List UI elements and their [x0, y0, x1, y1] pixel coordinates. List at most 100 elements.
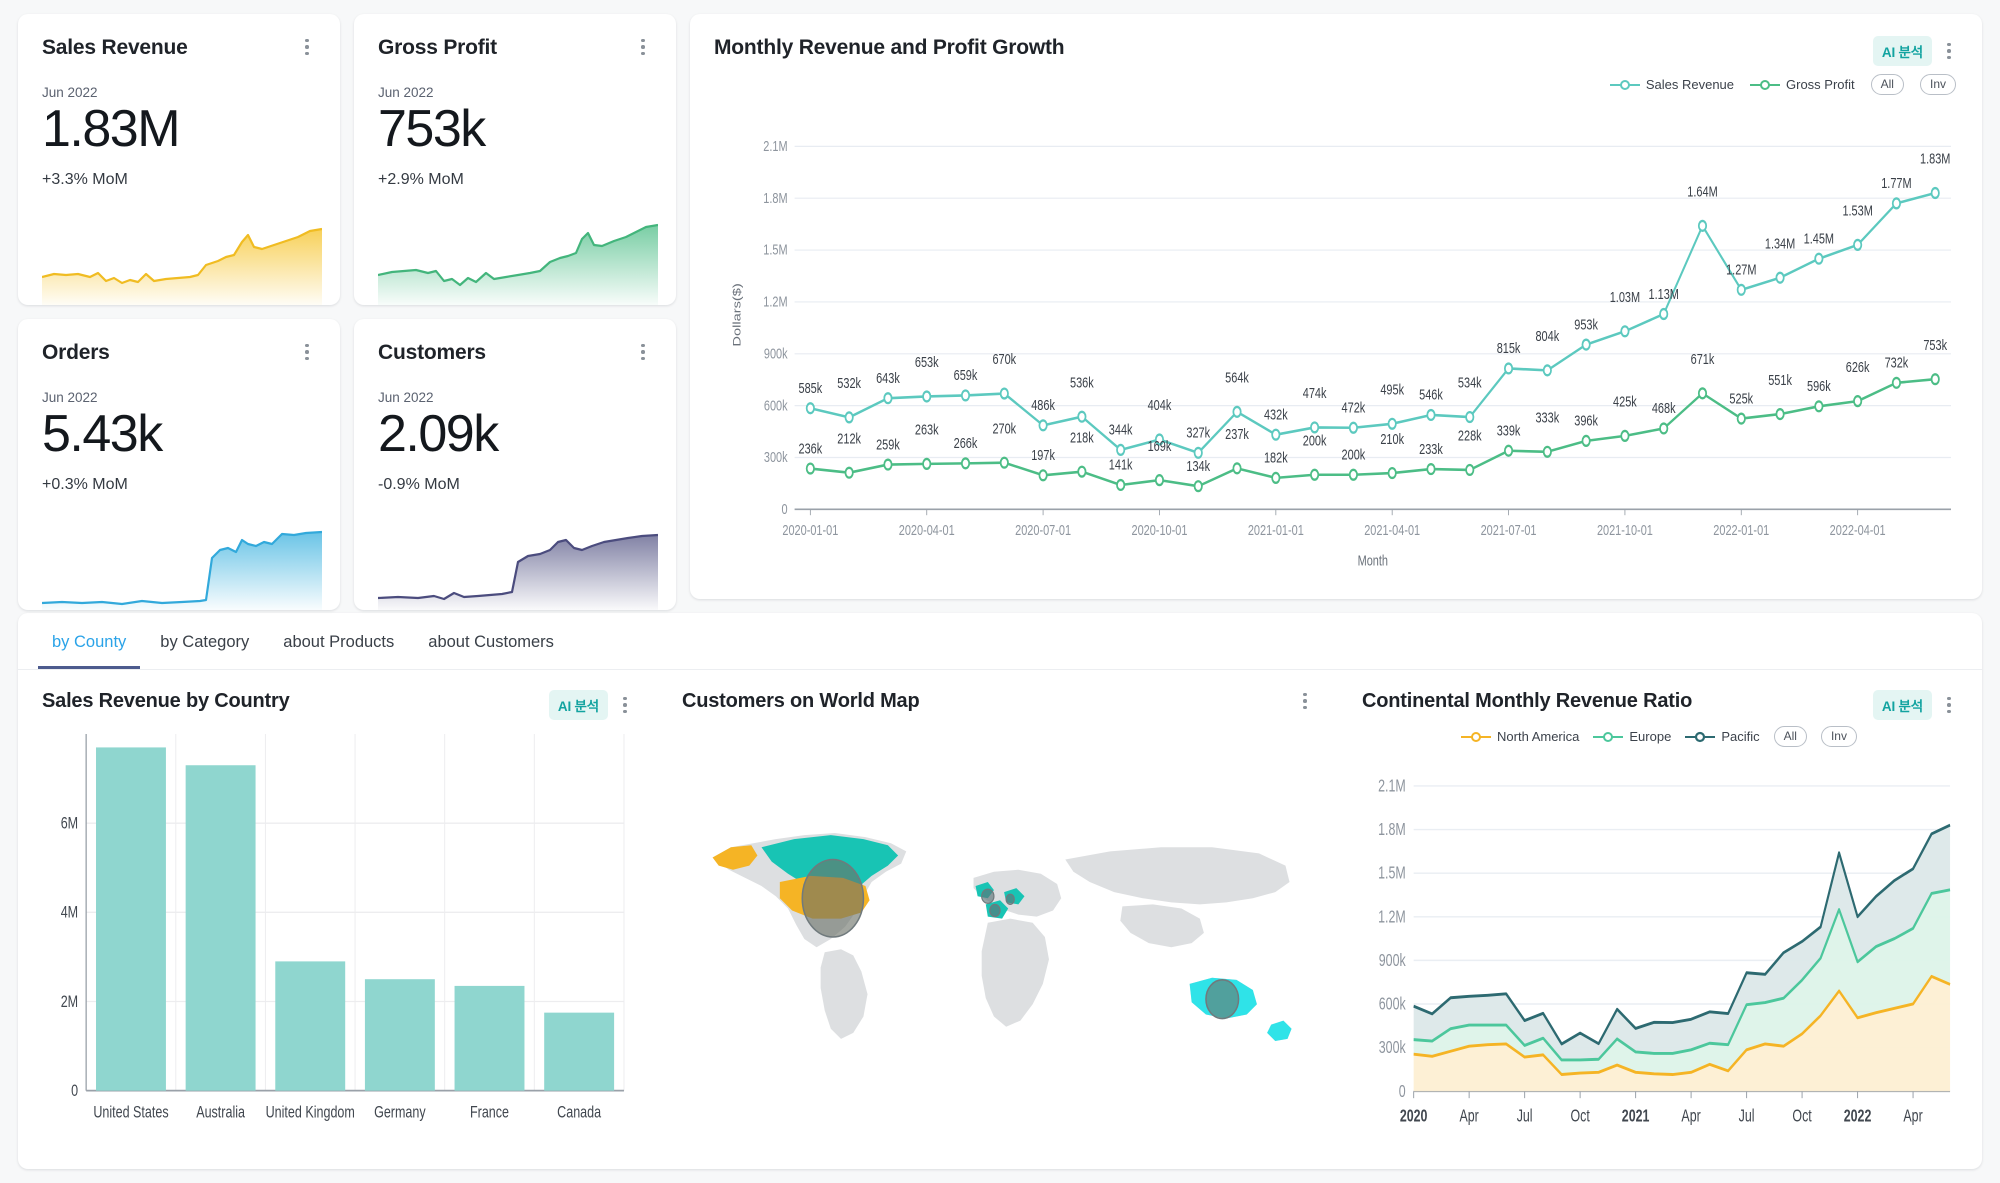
- svg-text:1.2M: 1.2M: [763, 293, 787, 310]
- svg-text:2020-01-01: 2020-01-01: [782, 522, 838, 539]
- svg-text:Dollars($): Dollars($): [730, 283, 743, 346]
- svg-text:2020-07-01: 2020-07-01: [1015, 522, 1071, 539]
- svg-text:263k: 263k: [915, 421, 939, 438]
- svg-text:596k: 596k: [1807, 378, 1831, 395]
- svg-text:141k: 141k: [1109, 456, 1133, 473]
- continental-area-chart[interactable]: 0 300k 600k 900k 1.2M 1.5M 1.8M 2.1M 2020 Apr Jul O…: [1362, 753, 1958, 1155]
- kpi-value: 2.09k: [378, 405, 499, 463]
- kpi-date: Jun 2022: [42, 390, 98, 405]
- ai-analysis-button[interactable]: AI 분석: [1872, 690, 1932, 720]
- kebab-menu-icon[interactable]: [616, 694, 634, 716]
- svg-text:134k: 134k: [1186, 457, 1210, 474]
- kebab-menu-icon[interactable]: [634, 341, 652, 363]
- svg-text:233k: 233k: [1419, 440, 1443, 457]
- kebab-menu-icon[interactable]: [634, 36, 652, 58]
- kpi-title: Gross Profit: [378, 36, 497, 59]
- chart-legend: Sales Revenue Gross Profit All Inv: [714, 74, 1958, 95]
- map-bubble-north-america[interactable]: [801, 858, 865, 938]
- kpi-card-customers[interactable]: Customers Jun 2022 2.09k -0.9% MoM: [354, 319, 676, 610]
- map-bubble-uk[interactable]: [981, 888, 995, 904]
- map-bubble-france[interactable]: [989, 903, 1001, 918]
- svg-text:1.64M: 1.64M: [1687, 183, 1717, 200]
- legend-item-pacific[interactable]: Pacific: [1685, 729, 1760, 744]
- svg-text:2021-07-01: 2021-07-01: [1481, 522, 1537, 539]
- tab-about-customers[interactable]: about Customers: [414, 625, 568, 669]
- legend-label: North America: [1497, 729, 1580, 744]
- kpi-card-orders[interactable]: Orders Jun 2022 5.43k +0.3% MoM: [18, 319, 340, 610]
- svg-text:Month: Month: [1358, 552, 1388, 569]
- svg-text:534k: 534k: [1458, 374, 1482, 391]
- legend-item-gross-profit[interactable]: Gross Profit: [1750, 77, 1855, 92]
- svg-text:300k: 300k: [1379, 1038, 1406, 1058]
- legend-item-north-america[interactable]: North America: [1461, 729, 1579, 744]
- tab-about-products[interactable]: about Products: [269, 625, 408, 669]
- svg-text:200k: 200k: [1303, 432, 1327, 449]
- kpi-grid: Sales Revenue Jun 2022 1.83M +3.3% MoM G…: [18, 14, 676, 610]
- panel-header-actions: AI 분석: [548, 690, 634, 720]
- kebab-menu-icon[interactable]: [1296, 690, 1314, 712]
- legend-all-button[interactable]: All: [1870, 74, 1904, 95]
- kpi-delta: +0.3% MoM: [42, 476, 128, 494]
- svg-text:1.13M: 1.13M: [1649, 285, 1679, 302]
- legend-invert-button[interactable]: Inv: [1820, 726, 1857, 747]
- svg-text:236k: 236k: [799, 440, 823, 457]
- kpi-value: 1.83M: [42, 100, 181, 158]
- svg-text:2021-10-01: 2021-10-01: [1597, 522, 1653, 539]
- svg-text:753k: 753k: [1923, 336, 1947, 353]
- panel-header: Continental Monthly Revenue Ratio AI 분석: [1362, 690, 1958, 720]
- svg-text:France: France: [470, 1104, 509, 1122]
- tab-by-county[interactable]: by County: [38, 625, 141, 669]
- svg-text:1.45M: 1.45M: [1804, 230, 1834, 247]
- top-zone: Sales Revenue Jun 2022 1.83M +3.3% MoM G…: [18, 14, 1982, 610]
- panel-title: Customers on World Map: [682, 690, 920, 712]
- svg-text:2.1M: 2.1M: [1378, 777, 1406, 797]
- svg-text:564k: 564k: [1225, 369, 1249, 386]
- svg-text:486k: 486k: [1031, 397, 1055, 414]
- main-line-chart[interactable]: 0 300k 600k 900k 1.2M 1.5M 1.8M 2.1M Dollars($) 2…: [714, 97, 1958, 589]
- chart-header: Monthly Revenue and Profit Growth AI 분석: [714, 36, 1958, 66]
- kpi-title: Customers: [378, 341, 486, 364]
- svg-text:468k: 468k: [1652, 400, 1676, 417]
- ai-analysis-button[interactable]: AI 분석: [1872, 36, 1932, 66]
- svg-text:Apr: Apr: [1681, 1107, 1700, 1127]
- panel-title: Continental Monthly Revenue Ratio: [1362, 690, 1693, 712]
- kebab-menu-icon[interactable]: [1940, 694, 1958, 716]
- svg-text:585k: 585k: [799, 379, 823, 396]
- sparkline-chart: [42, 215, 322, 305]
- kpi-delta: +2.9% MoM: [378, 171, 464, 189]
- svg-text:210k: 210k: [1380, 430, 1404, 447]
- svg-text:200k: 200k: [1342, 446, 1366, 463]
- legend-all-button[interactable]: All: [1773, 726, 1807, 747]
- svg-text:270k: 270k: [992, 420, 1016, 437]
- svg-text:2.1M: 2.1M: [763, 137, 787, 154]
- legend-item-europe[interactable]: Europe: [1593, 729, 1671, 744]
- kebab-menu-icon[interactable]: [298, 36, 316, 58]
- legend-item-sales-revenue[interactable]: Sales Revenue: [1609, 77, 1735, 92]
- chart-header-actions: AI 분석: [1872, 36, 1958, 66]
- svg-text:600k: 600k: [1379, 995, 1406, 1015]
- kpi-card-sales-revenue[interactable]: Sales Revenue Jun 2022 1.83M +3.3% MoM: [18, 14, 340, 305]
- country-bar-chart[interactable]: 0 2M 4M 6M United States Australia United King…: [42, 726, 634, 1155]
- svg-text:212k: 212k: [837, 430, 861, 447]
- svg-text:953k: 953k: [1574, 316, 1598, 333]
- world-map[interactable]: [682, 719, 1314, 1155]
- svg-text:396k: 396k: [1574, 412, 1598, 429]
- svg-text:2022: 2022: [1844, 1107, 1872, 1127]
- map-bubble-australia[interactable]: [1205, 979, 1240, 1020]
- svg-text:218k: 218k: [1070, 429, 1094, 446]
- svg-text:1.34M: 1.34M: [1765, 235, 1795, 252]
- kebab-menu-icon[interactable]: [298, 341, 316, 363]
- kebab-menu-icon[interactable]: [1940, 40, 1958, 62]
- kpi-header: Customers: [378, 341, 652, 365]
- legend-invert-button[interactable]: Inv: [1919, 74, 1956, 95]
- svg-text:2021-04-01: 2021-04-01: [1364, 522, 1420, 539]
- svg-text:659k: 659k: [954, 367, 978, 384]
- ai-analysis-button[interactable]: AI 분석: [548, 690, 608, 720]
- kpi-card-gross-profit[interactable]: Gross Profit Jun 2022 753k +2.9% MoM: [354, 14, 676, 305]
- panel-world-map: Customers on World Map: [658, 670, 1338, 1169]
- monthly-revenue-profit-growth-card: Monthly Revenue and Profit Growth AI 분석 …: [690, 14, 1982, 599]
- tab-by-category[interactable]: by Category: [146, 625, 263, 669]
- kpi-date: Jun 2022: [42, 85, 98, 100]
- legend-label: Sales Revenue: [1645, 77, 1735, 92]
- map-bubble-germany[interactable]: [1005, 893, 1015, 905]
